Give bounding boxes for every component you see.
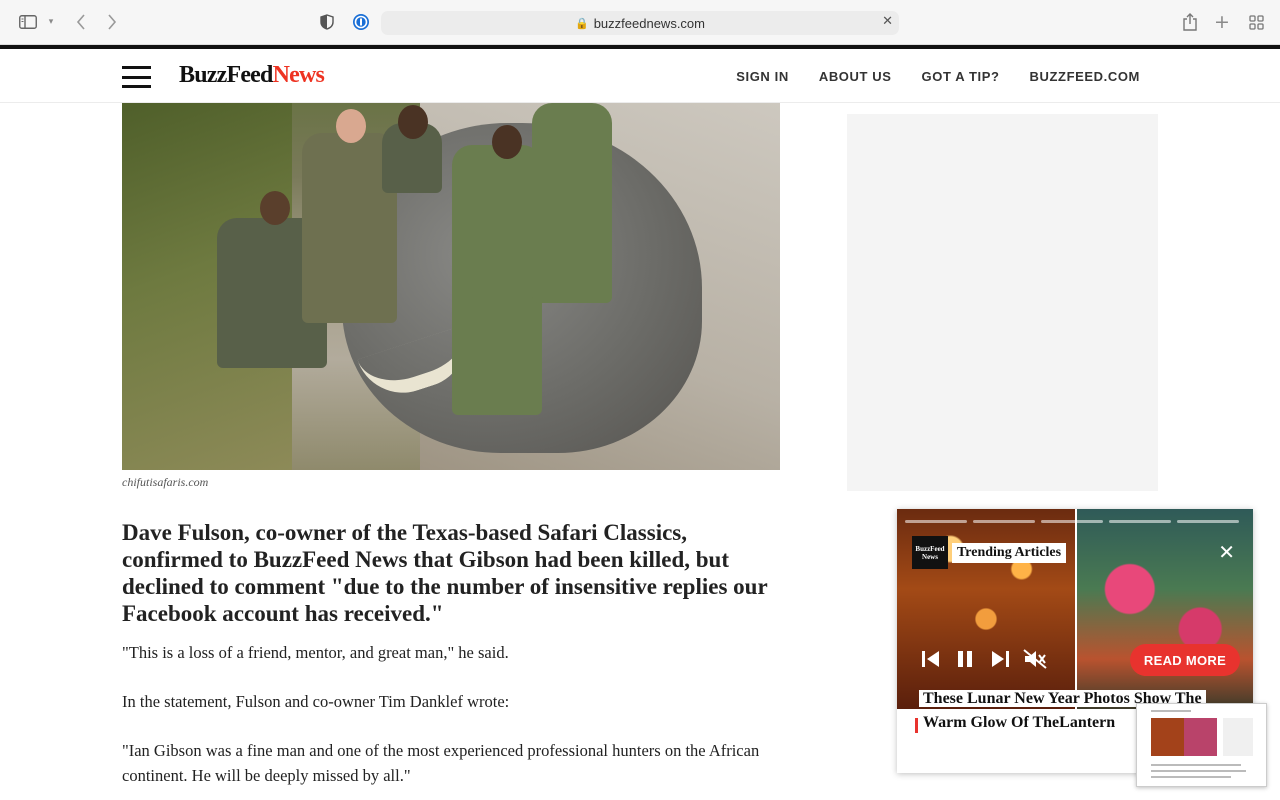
tab-overview-icon[interactable] (1244, 10, 1268, 34)
article-paragraph-3: "Ian Gibson was a fine man and one of th… (122, 741, 760, 785)
story-progress-2 (973, 520, 1035, 523)
story-progress-3 (1041, 520, 1103, 523)
browser-toolbar: ▾ 🔒 buzzfeednews.com ✕ + (0, 0, 1280, 45)
pause-icon[interactable] (957, 649, 973, 673)
skip-forward-icon[interactable] (990, 649, 1010, 673)
logo-part-buzzfeed: BuzzFeed (179, 62, 273, 88)
thumbnail-ad (1223, 718, 1253, 756)
url-text: buzzfeednews.com (593, 15, 705, 31)
thumbnail-image (1151, 718, 1217, 756)
story-progress-1 (905, 520, 967, 523)
story-progress-4 (1109, 520, 1171, 523)
article-paragraph-1: "This is a loss of a friend, mentor, and… (122, 643, 509, 662)
mute-icon[interactable] (1023, 649, 1047, 674)
nav-sign-in[interactable]: SIGN IN (736, 69, 789, 84)
lock-icon: 🔒 (575, 16, 589, 30)
widget-label: Trending Articles (952, 543, 1067, 563)
page-preview-thumbnail[interactable] (1136, 703, 1267, 787)
widget-brand-badge: BuzzFeed News (912, 536, 948, 569)
headline-marker (915, 718, 918, 733)
widget-image-right (1077, 509, 1253, 709)
story-progress-5 (1177, 520, 1239, 523)
nav-buzzfeed-com[interactable]: BUZZFEED.COM (1030, 69, 1140, 84)
article-photo (122, 103, 780, 470)
nav-got-a-tip[interactable]: GOT A TIP? (922, 69, 1000, 84)
share-icon[interactable] (1178, 10, 1202, 34)
widget-media[interactable]: BuzzFeed News Trending Articles ✕ READ M… (897, 509, 1253, 709)
article-lead-paragraph: Dave Fulson, co-owner of the Texas-based… (122, 520, 768, 626)
sidebar-icon[interactable] (16, 10, 40, 34)
skip-back-icon[interactable] (921, 649, 941, 673)
header-nav: SIGN IN ABOUT US GOT A TIP? BUZZFEED.COM (736, 69, 1140, 84)
chevron-down-icon[interactable]: ▾ (39, 10, 63, 34)
nav-about-us[interactable]: ABOUT US (819, 69, 892, 84)
privacy-shield-icon[interactable] (315, 10, 339, 34)
new-tab-icon[interactable]: + (1210, 10, 1234, 34)
password-icon[interactable] (349, 10, 373, 34)
address-bar[interactable]: 🔒 buzzfeednews.com ✕ (381, 11, 899, 35)
photo-credit: chifutisafaris.com (122, 475, 209, 489)
forward-icon[interactable] (100, 10, 124, 34)
ad-slot[interactable] (847, 114, 1158, 491)
site-logo[interactable]: BuzzFeedNews (179, 62, 325, 89)
article-paragraph-2: In the statement, Fulson and co-owner Ti… (122, 692, 510, 711)
read-more-button[interactable]: READ MORE (1130, 644, 1240, 676)
menu-icon[interactable] (122, 66, 151, 88)
clear-icon[interactable]: ✕ (882, 14, 893, 29)
close-icon[interactable]: ✕ (1218, 540, 1235, 564)
back-icon[interactable] (69, 10, 93, 34)
site-header: BuzzFeedNews SIGN IN ABOUT US GOT A TIP?… (0, 49, 1280, 103)
logo-part-news: News (272, 62, 325, 88)
